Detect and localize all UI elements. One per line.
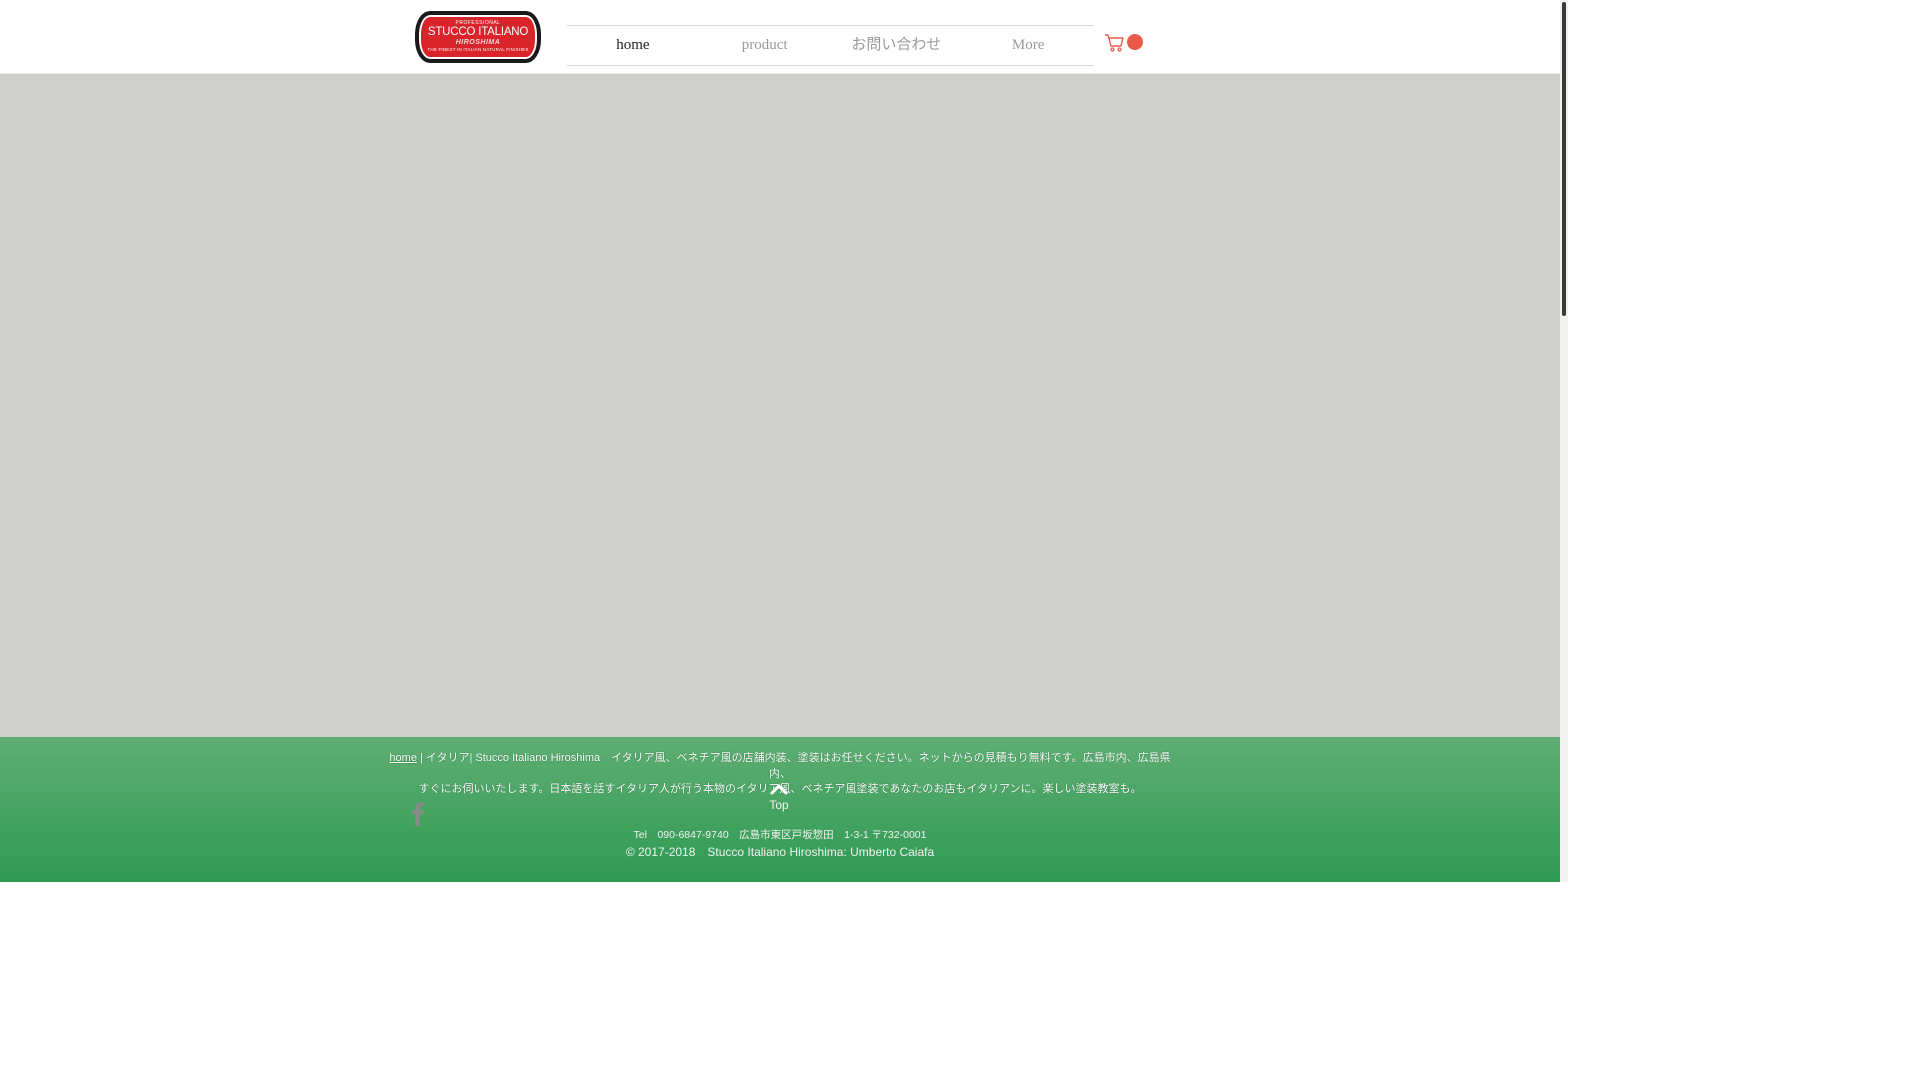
chevron-up-icon (770, 784, 788, 795)
site-footer: home | イタリア| Stucco Italiano Hiroshima イ… (0, 737, 1560, 882)
main-content (0, 74, 1560, 737)
footer-copyright: © 2017-2018 Stucco Italiano Hiroshima: U… (625, 845, 935, 859)
site-header: PROFESSIONAL STUCCO ITALIANO HIROSHIMA T… (0, 0, 1560, 74)
top-label: Top (769, 798, 789, 812)
scrollbar-thumb[interactable] (1562, 2, 1566, 316)
footer-home-link[interactable]: home (389, 752, 417, 764)
logo-line-3: HIROSHIMA (455, 39, 501, 46)
nav-item-more[interactable]: More (962, 26, 1094, 65)
site-logo[interactable]: PROFESSIONAL STUCCO ITALIANO HIROSHIMA T… (416, 12, 540, 62)
facebook-link[interactable] (407, 799, 427, 827)
footer-contact: Tel 090-6847-9740 広島市東区戸坂惣田 1-3-1 〒732-0… (633, 829, 927, 841)
cart-badge (1127, 34, 1143, 50)
main-nav: home product お問い合わせ More (567, 25, 1094, 66)
cart-button[interactable] (1104, 31, 1146, 53)
nav-item-home[interactable]: home (567, 26, 699, 65)
nav-item-contact[interactable]: お問い合わせ (831, 26, 963, 65)
back-to-top-button[interactable]: Top (762, 783, 796, 812)
logo-line-2: STUCCO ITALIANO (427, 26, 529, 38)
page-scrollbar[interactable] (1560, 0, 1568, 882)
logo-line-4: THE FINEST IN ITALIAN NATURAL FINISHES (427, 47, 529, 52)
cart-icon (1105, 34, 1124, 52)
footer-desc-text-1: | イタリア| Stucco Italiano Hiroshima イタリア風、… (416, 752, 1171, 780)
facebook-icon (411, 802, 424, 826)
nav-item-product[interactable]: product (699, 26, 831, 65)
